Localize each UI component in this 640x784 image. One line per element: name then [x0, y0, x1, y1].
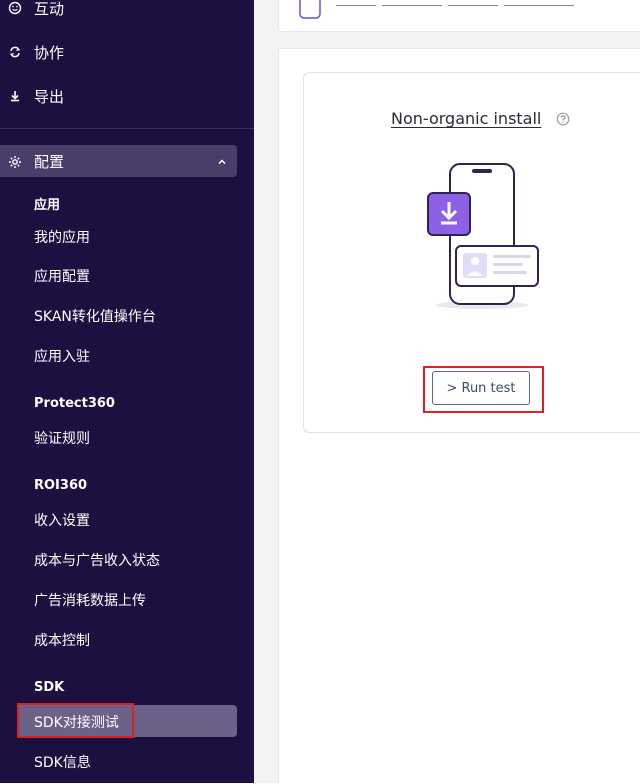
- group-title-sdk: SDK: [34, 680, 65, 695]
- sidebar-item-ad-spend-upload[interactable]: 广告消耗数据上传: [34, 590, 146, 610]
- sync-icon: [8, 45, 22, 59]
- sidebar-item-cost-ad-revenue-status[interactable]: 成本与广告收入状态: [34, 550, 160, 570]
- sidebar-item-sdk-info[interactable]: SDK信息: [34, 752, 91, 772]
- card-title[interactable]: Non-organic install: [391, 109, 541, 128]
- sidebar-item-revenue-settings[interactable]: 收入设置: [34, 510, 90, 530]
- help-icon[interactable]: [556, 111, 570, 126]
- download-icon: [8, 89, 22, 103]
- section-label: 配置: [34, 152, 65, 171]
- sidebar-item-app-onboarding[interactable]: 应用入驻: [34, 346, 90, 366]
- nav-item-label: 互动: [34, 0, 65, 18]
- phone-icon: [298, 0, 324, 20]
- smile-icon: [8, 1, 22, 15]
- nav-item-label: 协作: [34, 43, 65, 62]
- sidebar-item-app-settings[interactable]: 应用配置: [34, 266, 90, 286]
- sidebar-item-my-apps[interactable]: 我的应用: [34, 227, 90, 247]
- group-title-protect360: Protect360: [34, 396, 115, 411]
- sidebar-item-skan-console[interactable]: SKAN转化值操作台: [34, 306, 156, 326]
- group-title-roi360: ROI360: [34, 478, 88, 493]
- highlight-box: [423, 366, 544, 413]
- group-title-app: 应用: [34, 198, 61, 213]
- sidebar-divider: [0, 128, 254, 129]
- nav-item-export[interactable]: 导出: [0, 76, 254, 116]
- install-illustration-icon: [420, 160, 550, 312]
- highlight-box: [17, 703, 134, 738]
- section-config-header[interactable]: 配置: [0, 145, 237, 177]
- sidebar-item-validation-rules[interactable]: 验证规则: [34, 428, 90, 448]
- top-card-cut-text: [336, 0, 636, 6]
- nav-item-label: 导出: [34, 87, 65, 106]
- sidebar: 互动 协作 导出 配置 应用 我的应用 应用配置 SKAN转化值操作台 应用入驻…: [0, 0, 254, 783]
- sidebar-item-cost-control[interactable]: 成本控制: [34, 630, 90, 650]
- nav-item-collaboration[interactable]: 协作: [0, 32, 254, 72]
- nav-item-interaction[interactable]: 互动: [0, 0, 254, 28]
- chevron-up-icon[interactable]: [215, 154, 229, 168]
- gear-icon: [8, 154, 22, 168]
